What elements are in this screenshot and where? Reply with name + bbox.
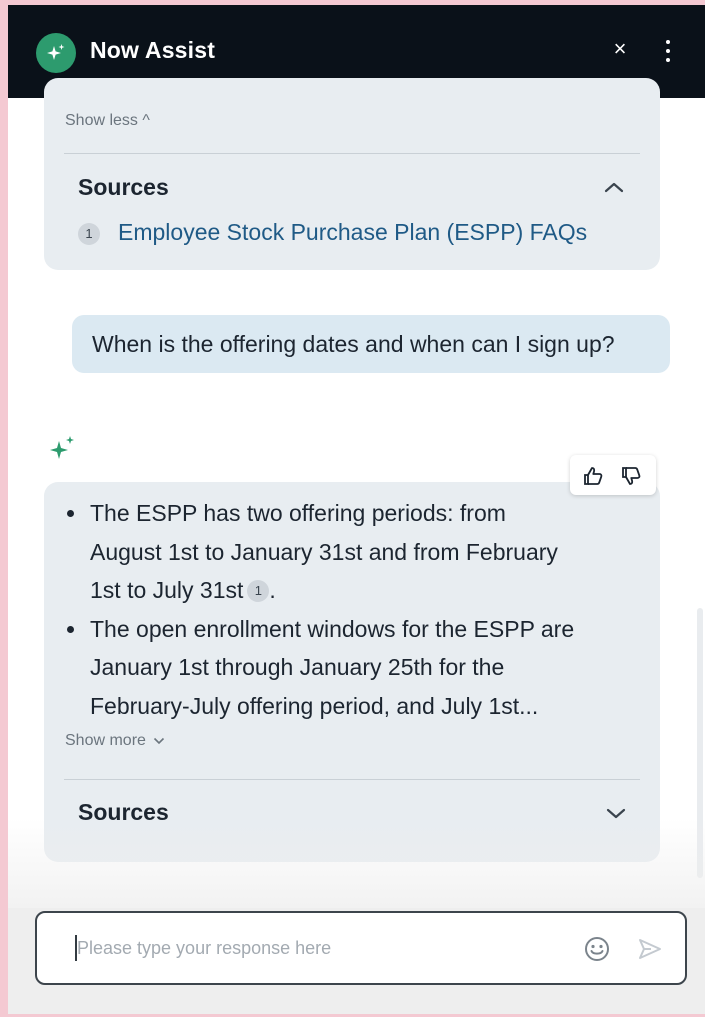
source-link[interactable]: Employee Stock Purchase Plan (ESPP) FAQs <box>118 219 587 246</box>
message-input[interactable] <box>77 933 557 963</box>
emoji-icon[interactable] <box>583 935 611 963</box>
bullet-line: The ESPP has two offering periods: from <box>90 500 506 526</box>
source-number-badge: 1 <box>78 223 100 245</box>
message-input-box <box>35 911 687 985</box>
more-dot <box>666 40 670 44</box>
chat-scrollbar[interactable] <box>697 608 703 878</box>
citation-badge[interactable]: 1 <box>247 580 270 602</box>
now-assist-logo <box>36 33 76 73</box>
chevron-up-icon[interactable] <box>603 180 625 194</box>
sparkle-icon <box>47 44 65 60</box>
chat-history: Show less ^ Sources 1 Employee Stock Pur… <box>8 78 705 918</box>
app-title: Now Assist <box>90 37 216 63</box>
show-more-label: Show more <box>65 732 146 749</box>
bullet-line: August 1st to January 31st and from Febr… <box>90 538 558 565</box>
citation-suffix: . <box>269 577 276 603</box>
bullet-line-with-citation: 1st to July 31st 1. <box>90 571 630 610</box>
chevron-down-icon[interactable] <box>605 807 627 821</box>
more-options-icon[interactable] <box>658 36 678 66</box>
previous-response-card: Show less ^ Sources 1 Employee Stock Pur… <box>44 78 660 270</box>
show-less-link[interactable]: Show less ^ <box>65 112 150 130</box>
more-dot <box>666 49 670 53</box>
response-bullet-list: The ESPP has two offering periods: from … <box>64 494 630 725</box>
bullet-line: January 1st through January 25th for the <box>90 654 505 680</box>
assistant-response-card: The ESPP has two offering periods: from … <box>44 482 660 862</box>
bullet-line: The open enrollment windows for the ESPP… <box>90 615 575 642</box>
assistant-sparkle-icon <box>50 436 74 459</box>
send-icon[interactable] <box>637 937 663 961</box>
divider <box>64 153 640 154</box>
sources-title: Sources <box>78 174 169 200</box>
divider <box>64 779 640 780</box>
response-bullet: The open enrollment windows for the ESPP… <box>64 610 630 726</box>
bullet-line: February-July offering period, and July … <box>90 692 539 719</box>
more-dot <box>666 58 670 62</box>
sources-title: Sources <box>78 799 169 825</box>
chevron-down-icon <box>154 737 165 745</box>
feedback-toolbar <box>570 455 656 495</box>
show-more-link[interactable]: Show more <box>65 732 165 750</box>
response-bullet: The ESPP has two offering periods: from … <box>64 494 630 610</box>
thumbs-up-icon[interactable] <box>582 465 604 487</box>
message-composer <box>8 908 705 1014</box>
now-assist-panel: Now Assist × Show less ^ Sources 1 Emplo… <box>8 5 705 1014</box>
user-message-bubble: When is the offering dates and when can … <box>72 315 670 373</box>
thumbs-down-icon[interactable] <box>620 465 642 487</box>
close-button[interactable]: × <box>608 35 632 63</box>
bullet-line: 1st to July 31st <box>90 577 244 603</box>
